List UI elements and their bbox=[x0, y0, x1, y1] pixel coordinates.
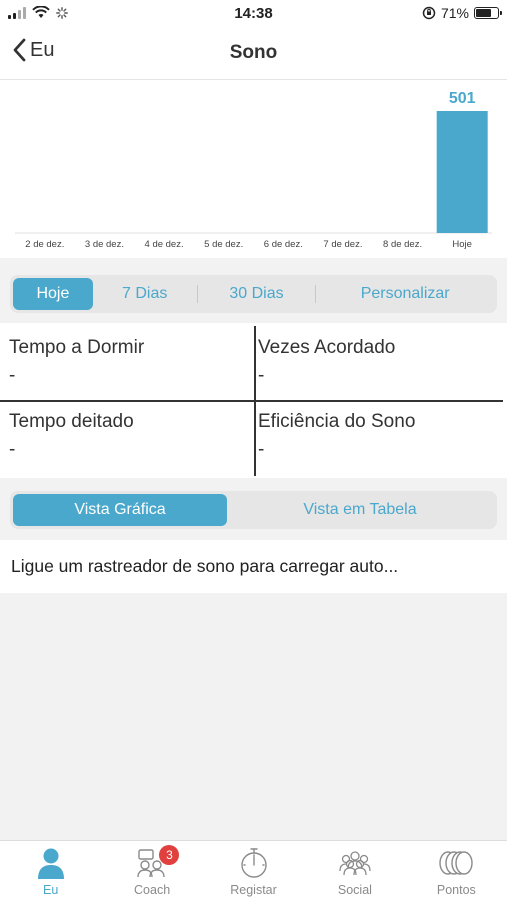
bottom-tab-eu[interactable]: Eu bbox=[0, 841, 101, 900]
stat-eficiencia-do-sono: Eficiência do Sono - bbox=[249, 397, 497, 471]
battery-percent: 71% bbox=[440, 5, 469, 21]
chart-tick-label: 7 de dez. bbox=[323, 239, 362, 250]
stat-label: Vezes Acordado bbox=[258, 337, 396, 358]
tab-7-dias[interactable]: 7 Dias bbox=[93, 278, 197, 310]
chart-tick-label: 3 de dez. bbox=[85, 239, 124, 250]
bottom-tab-social[interactable]: Social bbox=[304, 841, 405, 900]
stat-value: - bbox=[9, 439, 16, 460]
stat-value: - bbox=[258, 365, 265, 386]
chart-tick-label: 4 de dez. bbox=[145, 239, 184, 250]
stat-label: Tempo a Dormir bbox=[9, 337, 145, 358]
status-right-icons: 71% bbox=[422, 5, 502, 21]
sleep-chart: 2 de dez. 3 de dez. 4 de dez. 5 de dez. 6 de… bbox=[0, 80, 507, 258]
tab-30-dias[interactable]: 30 Dias bbox=[198, 278, 316, 310]
chart-tick-label: 2 de dez. bbox=[25, 239, 64, 250]
bottom-tab-label: Pontos bbox=[436, 883, 476, 897]
chart-data-label: 501 bbox=[449, 90, 476, 107]
grid-divider-horizontal bbox=[0, 400, 503, 402]
connect-tracker-banner[interactable]: Ligue um rastreador de sono para carrega… bbox=[0, 540, 507, 593]
bottom-tab-coach[interactable]: 3 Coach bbox=[101, 841, 202, 900]
tab-7-dias-label: 7 Dias bbox=[122, 285, 168, 302]
battery-icon bbox=[474, 7, 502, 19]
connect-tracker-text: Ligue um rastreador de sono para carrega… bbox=[11, 556, 399, 576]
tab-hoje[interactable]: Hoje bbox=[13, 278, 93, 310]
bottom-tab-registar[interactable]: Registar bbox=[203, 841, 304, 900]
person-icon bbox=[37, 848, 64, 879]
bottom-tab-label: Eu bbox=[43, 883, 59, 897]
stat-value: - bbox=[258, 439, 265, 460]
chart-tick-label: Hoje bbox=[452, 239, 472, 250]
navigation-bar: Eu Sono bbox=[0, 28, 507, 80]
sleep-stats-grid: Tempo a Dormir - Vezes Acordado - Tempo … bbox=[0, 323, 507, 478]
stat-label: Tempo deitado bbox=[9, 411, 134, 432]
view-selector: Vista Gráfica Vista em Tabela bbox=[10, 491, 497, 529]
bottom-tab-bar: Eu 3 Coach Registar Social Pontos bbox=[0, 840, 507, 900]
status-bar: 14:38 71% bbox=[0, 0, 507, 28]
stat-value: - bbox=[9, 365, 16, 386]
orientation-lock-icon bbox=[422, 6, 436, 20]
tab-personalizar-label: Personalizar bbox=[360, 285, 450, 302]
stat-label: Eficiência do Sono bbox=[258, 411, 416, 432]
tab-vista-em-tabela-label: Vista em Tabela bbox=[303, 501, 417, 518]
range-selector: Hoje 7 Dias 30 Dias Personalizar bbox=[10, 275, 497, 313]
stat-tempo-deitado: Tempo deitado - bbox=[0, 397, 248, 471]
chart-tick-label: 5 de dez. bbox=[204, 239, 243, 250]
coins-icon bbox=[439, 851, 474, 875]
chart-bar[interactable] bbox=[436, 111, 488, 233]
chart-tick-label: 6 de dez. bbox=[264, 239, 303, 250]
tab-vista-em-tabela[interactable]: Vista em Tabela bbox=[227, 494, 493, 526]
sleep-bar-chart: 2 de dez. 3 de dez. 4 de dez. 5 de dez. 6 de… bbox=[15, 90, 492, 250]
bottom-tab-pontos[interactable]: Pontos bbox=[406, 841, 507, 900]
stat-tempo-a-dormir: Tempo a Dormir - bbox=[0, 323, 248, 397]
bottom-tab-label: Coach bbox=[134, 883, 171, 897]
group-icon bbox=[339, 851, 371, 876]
stat-vezes-acordado: Vezes Acordado - bbox=[249, 323, 497, 397]
stopwatch-icon bbox=[240, 848, 267, 878]
bottom-tab-label: Registar bbox=[230, 883, 277, 897]
tab-vista-grafica-label: Vista Gráfica bbox=[74, 501, 166, 518]
coach-badge: 3 bbox=[159, 845, 180, 865]
tab-hoje-label: Hoje bbox=[36, 285, 70, 302]
tab-personalizar[interactable]: Personalizar bbox=[316, 278, 494, 310]
tab-30-dias-label: 30 Dias bbox=[229, 285, 284, 302]
chart-tick-label: 8 de dez. bbox=[383, 239, 422, 250]
tab-vista-grafica[interactable]: Vista Gráfica bbox=[13, 494, 227, 526]
page-title: Sono bbox=[229, 42, 278, 63]
bottom-tab-label: Social bbox=[337, 883, 372, 897]
